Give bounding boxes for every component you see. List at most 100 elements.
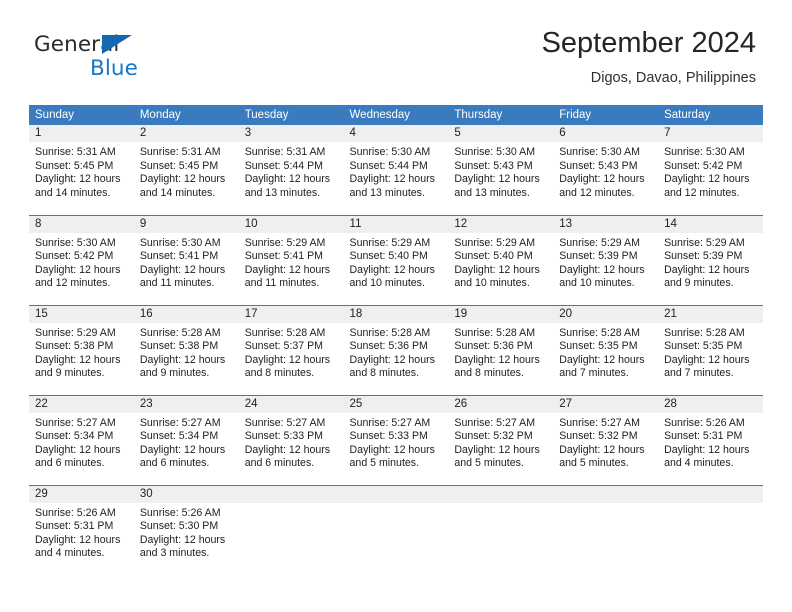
day-cell[interactable]: 29 Sunrise: 5:26 AM Sunset: 5:31 PM Dayligh… [29,484,134,575]
day-number: 16 [133,305,239,323]
daylight-text-line2: and 3 minutes. [139,547,210,560]
day-cell[interactable]: 5 Sunrise: 5:30 AM Sunset: 5:43 PM Daylight… [448,125,554,215]
calendar-grid: Sunday Monday Tuesday Wednesday Thursday… [29,105,763,575]
sunrise-text: Sunrise: 5:28 AM [664,326,745,339]
day-details: Sunrise: 5:27 AM Sunset: 5:34 PM Daylight:… [134,413,239,471]
daylight-text-line2: and 7 minutes. [559,367,629,380]
day-number: 15 [29,305,134,323]
daylight-text-line2: and 10 minutes. [559,277,635,290]
daylight-text-line2: and 4 minutes. [35,547,105,560]
day-cell[interactable]: 26 Sunrise: 5:27 AM Sunset: 5:32 PM Dayligh… [448,394,554,485]
daylight-text-line2: and 7 minutes. [664,367,734,380]
day-details: Sunrise: 5:30 AM Sunset: 5:43 PM Daylight:… [553,142,658,200]
daylight-text-line1: Daylight: 12 hours [559,173,645,186]
day-cell[interactable]: 9 Sunrise: 5:30 AM Sunset: 5:41 PM Daylight… [133,214,239,305]
sunset-text: Sunset: 5:45 PM [35,159,114,172]
day-number: 5 [448,125,554,142]
sunset-text: Sunset: 5:41 PM [139,250,219,263]
day-cell[interactable]: 25 Sunrise: 5:27 AM Sunset: 5:33 PM Dayligh… [343,394,449,485]
day-number: 19 [448,305,554,323]
daylight-text-line2: and 11 minutes. [244,277,320,290]
sunset-text: Sunset: 5:36 PM [454,340,533,353]
daylight-text-line2: and 13 minutes. [349,186,425,199]
daylight-text-line1: Daylight: 12 hours [664,353,750,366]
day-details: Sunrise: 5:29 AM Sunset: 5:38 PM Daylight:… [29,323,134,381]
day-cell[interactable]: 1 Sunrise: 5:31 AM Sunset: 5:45 PM Daylight… [29,125,134,215]
sunrise-text: Sunrise: 5:27 AM [35,416,116,429]
day-cell[interactable]: 30 Sunrise: 5:26 AM Sunset: 5:30 PM Dayligh… [133,484,239,575]
day-cell[interactable]: 20 Sunrise: 5:28 AM Sunset: 5:35 PM Dayligh… [553,304,659,395]
daylight-text-line1: Daylight: 12 hours [244,443,331,456]
sunrise-text: Sunrise: 5:28 AM [244,326,326,339]
daylight-text-line1: Daylight: 12 hours [35,263,121,276]
sunset-text: Sunset: 5:34 PM [139,430,219,443]
day-cell[interactable]: 24 Sunrise: 5:27 AM Sunset: 5:33 PM Dayligh… [238,394,344,485]
daylight-text-line1: Daylight: 12 hours [244,263,331,276]
sunrise-text: Sunrise: 5:30 AM [454,146,536,158]
day-cell[interactable]: 10 Sunrise: 5:29 AM Sunset: 5:41 PM Dayligh… [238,214,344,305]
calendar-week-row: 8 Sunrise: 5:30 AM Sunset: 5:42 PM Daylight… [29,214,763,305]
brand-logo[interactable]: General Blue [34,32,254,88]
day-details: Sunrise: 5:31 AM Sunset: 5:45 PM Daylight:… [134,142,239,200]
day-cell[interactable]: 3 Sunrise: 5:31 AM Sunset: 5:44 PM Daylight… [238,125,344,215]
weekday-header-monday: Monday [133,105,239,125]
day-cell[interactable]: 28 Sunrise: 5:26 AM Sunset: 5:31 PM Dayligh… [658,394,763,485]
day-cell[interactable]: 13 Sunrise: 5:29 AM Sunset: 5:39 PM Dayligh… [553,214,659,305]
sunset-text: Sunset: 5:36 PM [349,340,428,353]
day-details: Sunrise: 5:30 AM Sunset: 5:42 PM Daylight:… [29,233,134,291]
daylight-text-line1: Daylight: 12 hours [139,263,226,276]
day-number: 20 [553,305,659,323]
day-details: Sunrise: 5:29 AM Sunset: 5:40 PM Daylight:… [344,233,449,291]
day-cell[interactable]: 23 Sunrise: 5:27 AM Sunset: 5:34 PM Dayligh… [133,394,239,485]
day-cell[interactable]: 8 Sunrise: 5:30 AM Sunset: 5:42 PM Daylight… [29,214,134,305]
day-cell[interactable]: 4 Sunrise: 5:30 AM Sunset: 5:44 PM Daylight… [343,125,449,215]
weekday-header-wednesday: Wednesday [343,105,449,125]
daylight-text-line1: Daylight: 12 hours [35,443,121,456]
weekday-header-friday: Friday [553,105,659,125]
daylight-text-line1: Daylight: 12 hours [139,443,226,456]
sunrise-text: Sunrise: 5:27 AM [454,416,536,429]
daylight-text-line2: and 10 minutes. [454,277,530,290]
sunset-text: Sunset: 5:44 PM [244,159,324,172]
day-cell[interactable]: 16 Sunrise: 5:28 AM Sunset: 5:38 PM Dayligh… [133,304,239,395]
day-cell[interactable]: 2 Sunrise: 5:31 AM Sunset: 5:45 PM Daylight… [133,125,239,215]
day-cell[interactable]: 15 Sunrise: 5:29 AM Sunset: 5:38 PM Dayligh… [29,304,134,395]
day-details: Sunrise: 5:26 AM Sunset: 5:31 PM Daylight:… [29,503,134,561]
day-number: 23 [133,395,239,413]
day-cell[interactable]: 6 Sunrise: 5:30 AM Sunset: 5:43 PM Daylight… [553,125,659,215]
daylight-text-line2: and 12 minutes. [35,277,111,290]
sunrise-text: Sunrise: 5:28 AM [559,326,640,339]
day-details: Sunrise: 5:28 AM Sunset: 5:37 PM Daylight:… [239,323,344,381]
day-cell[interactable]: 27 Sunrise: 5:27 AM Sunset: 5:32 PM Dayligh… [553,394,659,485]
day-number: 6 [553,125,659,142]
day-number [553,485,659,503]
daylight-text-line1: Daylight: 12 hours [35,353,121,366]
sunrise-text: Sunrise: 5:30 AM [559,146,640,158]
daylight-text-line2: and 5 minutes. [559,457,629,470]
day-cell[interactable]: 11 Sunrise: 5:29 AM Sunset: 5:40 PM Dayligh… [343,214,449,305]
sunset-text: Sunset: 5:38 PM [139,340,219,353]
day-cell[interactable]: 7 Sunrise: 5:30 AM Sunset: 5:42 PM Daylight… [658,125,763,215]
sunset-text: Sunset: 5:31 PM [664,430,743,443]
day-cell[interactable]: 14 Sunrise: 5:29 AM Sunset: 5:39 PM Dayligh… [658,214,763,305]
day-cell[interactable]: 12 Sunrise: 5:29 AM Sunset: 5:40 PM Dayligh… [448,214,554,305]
day-number: 7 [658,125,763,142]
sunset-text: Sunset: 5:43 PM [454,159,533,172]
day-cell[interactable]: 17 Sunrise: 5:28 AM Sunset: 5:37 PM Dayligh… [238,304,344,395]
day-cell-empty [238,484,344,575]
day-cell[interactable]: 22 Sunrise: 5:27 AM Sunset: 5:34 PM Dayligh… [29,394,134,485]
day-number [343,485,449,503]
sunset-text: Sunset: 5:44 PM [349,159,428,172]
day-number: 13 [553,215,659,233]
daylight-text-line1: Daylight: 12 hours [664,263,750,276]
day-cell[interactable]: 18 Sunrise: 5:28 AM Sunset: 5:36 PM Dayligh… [343,304,449,395]
day-cell[interactable]: 21 Sunrise: 5:28 AM Sunset: 5:35 PM Dayligh… [658,304,763,395]
daylight-text-line1: Daylight: 12 hours [244,353,331,366]
day-number: 18 [343,305,449,323]
day-details: Sunrise: 5:30 AM Sunset: 5:44 PM Daylight:… [344,142,449,200]
day-details: Sunrise: 5:29 AM Sunset: 5:39 PM Daylight:… [658,233,763,291]
day-cell[interactable]: 19 Sunrise: 5:28 AM Sunset: 5:36 PM Dayligh… [448,304,554,395]
day-details: Sunrise: 5:27 AM Sunset: 5:33 PM Daylight:… [239,413,344,471]
day-details: Sunrise: 5:28 AM Sunset: 5:36 PM Daylight:… [344,323,449,381]
day-details: Sunrise: 5:28 AM Sunset: 5:36 PM Daylight:… [448,323,553,381]
